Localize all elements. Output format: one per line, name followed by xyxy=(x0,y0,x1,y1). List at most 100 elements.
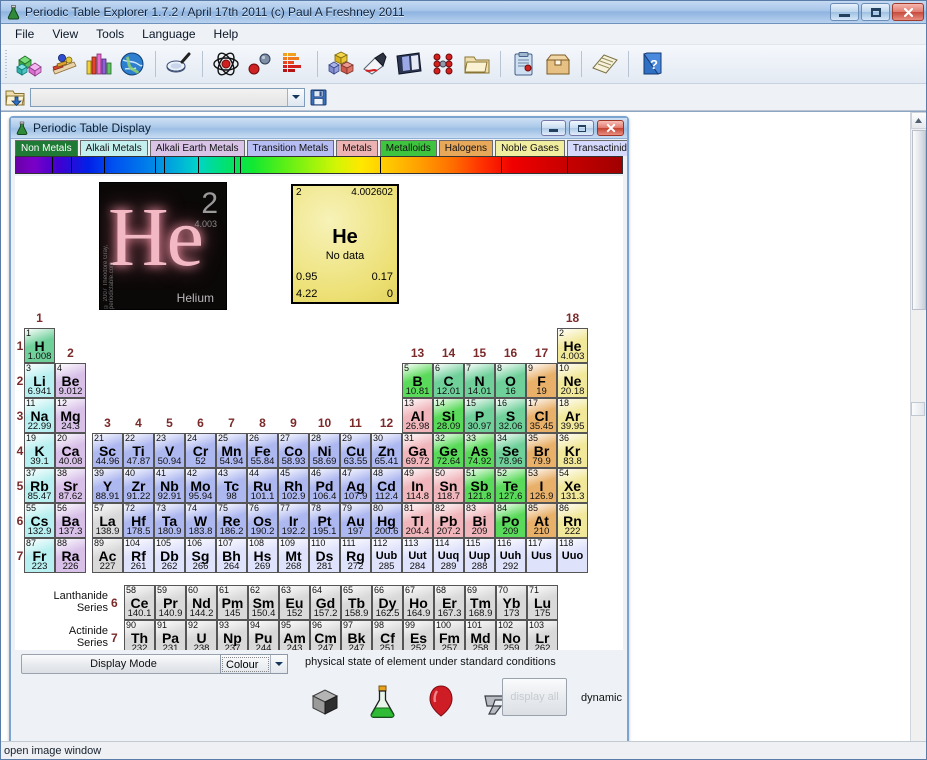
element-cell-Rg[interactable]: 111Rg272 xyxy=(340,538,371,573)
element-cell-As[interactable]: 33As74.92 xyxy=(464,433,495,468)
cubes-icon[interactable] xyxy=(13,48,47,80)
element-cell-Yb[interactable]: 70Yb173 xyxy=(496,585,527,620)
element-cell-Se[interactable]: 34Se78.96 xyxy=(495,433,526,468)
element-cell-Hg[interactable]: 80Hg200.6 xyxy=(371,503,402,538)
element-cell-Rh[interactable]: 45Rh102.9 xyxy=(278,468,309,503)
notes-icon[interactable] xyxy=(588,48,622,80)
element-cell-Sb[interactable]: 51Sb121.8 xyxy=(464,468,495,503)
element-cell-At[interactable]: 85At210 xyxy=(526,503,557,538)
close-button[interactable] xyxy=(892,3,924,21)
menu-item-help[interactable]: Help xyxy=(206,25,247,43)
element-cell-Uup[interactable]: 115Uup288 xyxy=(464,538,495,573)
element-cell-Fm[interactable]: 100Fm257 xyxy=(434,620,465,650)
filmstrip-icon[interactable] xyxy=(392,48,426,80)
element-cell-Ta[interactable]: 73Ta180.9 xyxy=(154,503,185,538)
element-cell-Sr[interactable]: 38Sr87.62 xyxy=(55,468,86,503)
element-image-panel[interactable]: He 2 4.003 Helium © 2007 Theodore Gray, … xyxy=(99,182,227,310)
element-cell-Th[interactable]: 90Th232 xyxy=(124,620,155,650)
element-cell-Ba[interactable]: 56Ba137.3 xyxy=(55,503,86,538)
blocks-icon[interactable] xyxy=(324,48,358,80)
display-mode-button[interactable]: Display Mode xyxy=(21,654,226,674)
element-cell-Re[interactable]: 75Re186.2 xyxy=(216,503,247,538)
molecule-icon[interactable] xyxy=(243,48,277,80)
element-cell-Bi[interactable]: 83Bi209 xyxy=(464,503,495,538)
paint-edit-icon[interactable] xyxy=(358,48,392,80)
element-cell-Pu[interactable]: 94Pu244 xyxy=(248,620,279,650)
category-tab-halogens[interactable]: Halogens xyxy=(439,140,493,156)
save-disk-icon[interactable] xyxy=(310,89,327,106)
element-cell-Po[interactable]: 84Po209 xyxy=(495,503,526,538)
element-info-panel[interactable]: 2 4.002602 He No data 0.95 0.17 4.22 0 xyxy=(291,184,399,304)
element-cell-Db[interactable]: 105Db262 xyxy=(154,538,185,573)
scroll-up-arrow[interactable] xyxy=(911,112,927,129)
element-cell-Ds[interactable]: 110Ds281 xyxy=(309,538,340,573)
element-cell-Uuh[interactable]: 116Uuh292 xyxy=(495,538,526,573)
element-cell-Sn[interactable]: 50Sn118.7 xyxy=(433,468,464,503)
element-cell-Au[interactable]: 79Au197 xyxy=(340,503,371,538)
atom-icon[interactable] xyxy=(209,48,243,80)
element-cell-O[interactable]: 8O16 xyxy=(495,363,526,398)
element-cell-Ho[interactable]: 67Ho164.9 xyxy=(403,585,434,620)
folder-icon[interactable] xyxy=(460,48,494,80)
element-cell-Sm[interactable]: 62Sm150.4 xyxy=(248,585,279,620)
element-cell-Gd[interactable]: 64Gd157.2 xyxy=(310,585,341,620)
element-cell-Md[interactable]: 101Md258 xyxy=(465,620,496,650)
globe-icon[interactable] xyxy=(115,48,149,80)
element-cell-Sc[interactable]: 21Sc44.96 xyxy=(92,433,123,468)
element-cell-Tb[interactable]: 65Tb158.9 xyxy=(341,585,372,620)
element-cell-Np[interactable]: 93Np237 xyxy=(217,620,248,650)
element-cell-Li[interactable]: 3Li6.941 xyxy=(24,363,55,398)
element-cell-Kr[interactable]: 36Kr83.8 xyxy=(557,433,588,468)
element-cell-N[interactable]: 7N14.01 xyxy=(464,363,495,398)
element-cell-I[interactable]: 53I126.9 xyxy=(526,468,557,503)
element-cell-Tm[interactable]: 69Tm168.9 xyxy=(465,585,496,620)
element-cell-Mo[interactable]: 42Mo95.94 xyxy=(185,468,216,503)
spectrum-bars-icon[interactable] xyxy=(277,48,311,80)
category-tab-transition-metals[interactable]: Transition Metals xyxy=(247,140,335,156)
mdi-vertical-scrollbar[interactable] xyxy=(910,112,926,741)
element-cell-Ti[interactable]: 22Ti47.87 xyxy=(123,433,154,468)
element-cell-La[interactable]: 57La138.9 xyxy=(92,503,123,538)
category-tab-metalloids[interactable]: Metalloids xyxy=(380,140,437,156)
element-cell-Te[interactable]: 52Te127.6 xyxy=(495,468,526,503)
element-cell-Ga[interactable]: 31Ga69.72 xyxy=(402,433,433,468)
menu-item-file[interactable]: File xyxy=(7,25,42,43)
element-cell-Si[interactable]: 14Si28.09 xyxy=(433,398,464,433)
element-cell-Mt[interactable]: 109Mt268 xyxy=(278,538,309,573)
element-cell-S[interactable]: 16S32.06 xyxy=(495,398,526,433)
element-cell-Sg[interactable]: 106Sg266 xyxy=(185,538,216,573)
element-cell-Uus[interactable]: 117Uus xyxy=(526,538,557,573)
element-cell-Uut[interactable]: 113Uut284 xyxy=(402,538,433,573)
element-cell-H[interactable]: 1H1.008 xyxy=(24,328,55,363)
element-cell-Nd[interactable]: 60Nd144.2 xyxy=(186,585,217,620)
element-cell-Lr[interactable]: 103Lr262 xyxy=(527,620,558,650)
element-cell-Fe[interactable]: 26Fe55.84 xyxy=(247,433,278,468)
element-cell-Cm[interactable]: 96Cm247 xyxy=(310,620,341,650)
toolbar-grip[interactable] xyxy=(4,50,10,78)
element-cell-Br[interactable]: 35Br79.9 xyxy=(526,433,557,468)
element-cell-K[interactable]: 19K39.1 xyxy=(24,433,55,468)
liquid-flask-icon[interactable] xyxy=(363,682,403,722)
colour-mode-combo[interactable]: Colour xyxy=(220,654,288,674)
element-cell-Tc[interactable]: 43Tc98 xyxy=(216,468,247,503)
element-cell-Ne[interactable]: 10Ne20.18 xyxy=(557,363,588,398)
category-tab-non-metals[interactable]: Non Metals xyxy=(15,140,78,156)
scrollbar-grip[interactable] xyxy=(911,402,925,416)
element-cell-In[interactable]: 49In114.8 xyxy=(402,468,433,503)
bar-chart-icon[interactable] xyxy=(81,48,115,80)
element-cell-Bh[interactable]: 107Bh264 xyxy=(216,538,247,573)
element-cell-Nb[interactable]: 41Nb92.91 xyxy=(154,468,185,503)
element-cell-Bk[interactable]: 97Bk247 xyxy=(341,620,372,650)
chevron-down-icon[interactable] xyxy=(287,89,304,106)
element-cell-Fr[interactable]: 87Fr223 xyxy=(24,538,55,573)
element-cell-No[interactable]: 102No259 xyxy=(496,620,527,650)
element-cell-Zr[interactable]: 40Zr91.22 xyxy=(123,468,154,503)
element-cell-Rf[interactable]: 104Rf261 xyxy=(123,538,154,573)
element-cell-Dy[interactable]: 66Dy162.5 xyxy=(372,585,403,620)
chevron-down-icon[interactable] xyxy=(270,655,287,673)
element-cell-P[interactable]: 15P30.97 xyxy=(464,398,495,433)
element-cell-Uub[interactable]: 112Uub285 xyxy=(371,538,402,573)
element-cell-Pb[interactable]: 82Pb207.2 xyxy=(433,503,464,538)
category-tab-noble-gases[interactable]: Noble Gases xyxy=(495,140,565,156)
element-cell-Zn[interactable]: 30Zn65.41 xyxy=(371,433,402,468)
